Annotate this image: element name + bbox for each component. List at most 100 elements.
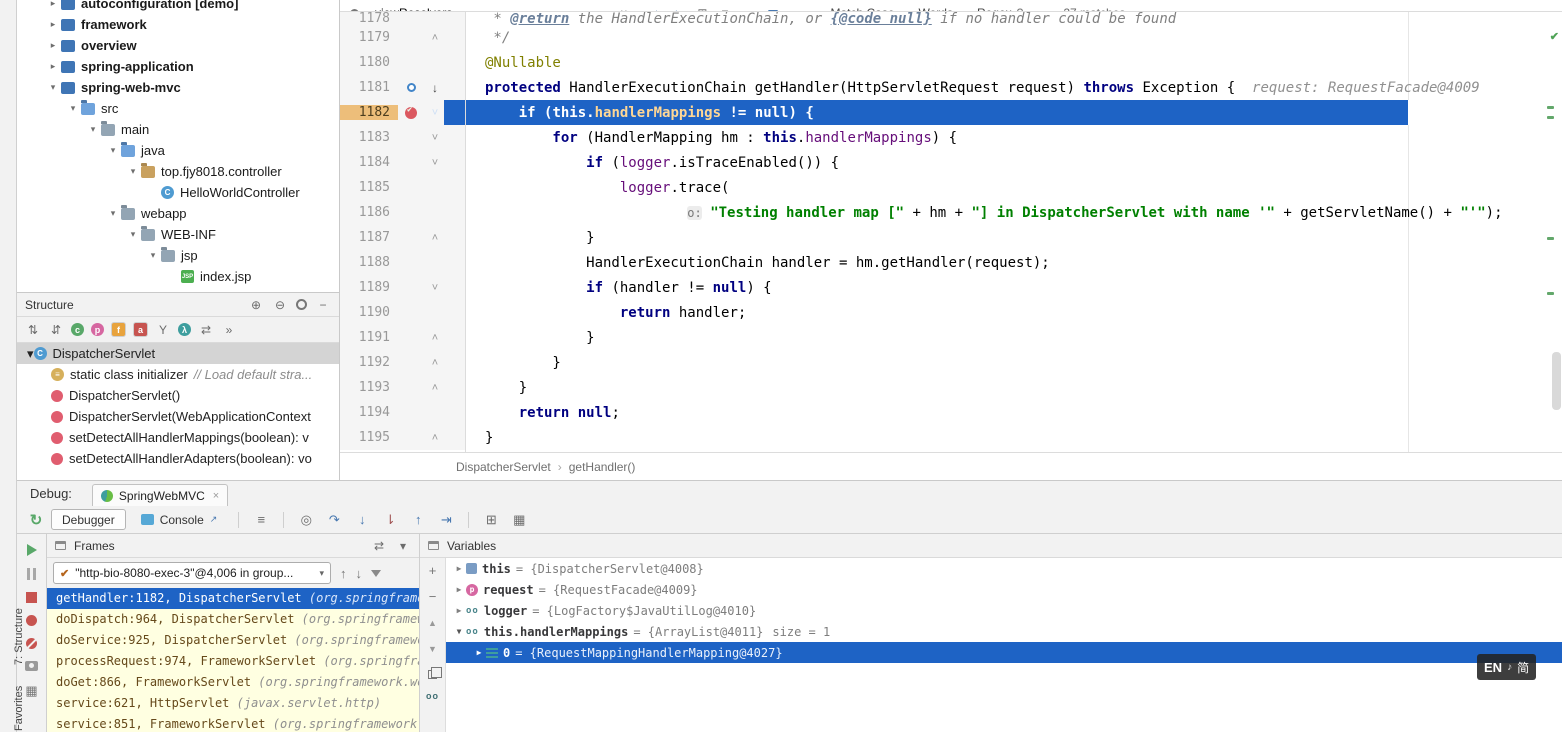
fold-marker-icon[interactable]: ˅ (424, 282, 446, 294)
chevron-down-icon[interactable] (145, 250, 161, 261)
words-toggle[interactable]: Words (919, 6, 953, 12)
thread-dropdown[interactable]: ✔ "http-bio-8080-exec-3"@4,006 in group.… (53, 562, 331, 584)
collapse-all-icon[interactable]: ⊖ (272, 298, 288, 312)
tree-item-src[interactable]: src (17, 98, 339, 119)
autoscroll-icon[interactable]: ⇄ (198, 323, 214, 337)
mute-breakpoints-icon[interactable] (26, 638, 37, 649)
code-text[interactable]: protected HandlerExecutionChain getHandl… (446, 80, 1562, 96)
tree-item-java[interactable]: java (17, 140, 339, 161)
fold-marker-icon[interactable]: ˄ (424, 32, 446, 44)
tree-item-web-inf[interactable]: WEB-INF (17, 224, 339, 245)
code-text[interactable]: * @return the HandlerExecutionChain, or … (446, 12, 1562, 25)
frame-list[interactable]: getHandler:1182, DispatcherServlet (org.… (47, 588, 419, 732)
chevron-right-icon[interactable] (45, 61, 61, 72)
project-tree[interactable]: autoconfiguration [demo] framework overv… (17, 0, 339, 292)
chevron-down-icon[interactable] (105, 208, 121, 219)
tree-item-overview[interactable]: overview (17, 35, 339, 56)
sort-by-visibility-icon[interactable]: ⇵ (48, 323, 64, 337)
chevron-right-icon[interactable] (472, 648, 486, 657)
code-text[interactable]: } (446, 230, 1562, 246)
search-input[interactable]: viewResolvers (375, 6, 452, 12)
structure-item-dispatcherservlet[interactable]: CDispatcherServlet (17, 343, 339, 364)
pause-program-icon[interactable] (27, 568, 36, 580)
match-case-toggle[interactable]: Match Case (830, 6, 894, 12)
run-to-cursor-icon[interactable]: ⇥ (434, 512, 458, 528)
line-number[interactable]: 1192 (340, 355, 398, 370)
line-number[interactable]: 1179 (340, 30, 398, 45)
chevron-down-icon[interactable] (125, 229, 141, 240)
chevron-right-icon[interactable] (452, 606, 466, 615)
fold-marker-icon[interactable]: ˅ (424, 107, 446, 119)
line-number[interactable]: 1182 (340, 105, 398, 120)
tree-item-framework[interactable]: framework (17, 14, 339, 35)
line-number[interactable]: 1183 (340, 130, 398, 145)
line-number[interactable]: 1180 (340, 55, 398, 70)
show-inherited-icon[interactable]: Y (155, 323, 171, 337)
more-options-icon[interactable]: » (221, 323, 237, 337)
find-options-icon[interactable]: ≡ (721, 6, 728, 12)
thread-dump-icon[interactable] (25, 661, 38, 671)
resume-program-icon[interactable] (27, 544, 37, 556)
change-marker[interactable] (1547, 106, 1554, 109)
stack-frame[interactable]: service:851, FrameworkServlet (org.sprin… (47, 714, 419, 732)
code-text[interactable]: HandlerExecutionChain handler = hm.getHa… (446, 255, 1562, 271)
expand-all-icon[interactable]: ⊕ (248, 298, 264, 312)
tree-item-jsp-folder[interactable]: jsp (17, 245, 339, 266)
code-text[interactable]: logger.trace( (446, 180, 1562, 196)
show-fields-toggle[interactable]: f (111, 322, 126, 337)
tree-item-helloworldcontroller[interactable]: CHelloWorldController (17, 182, 339, 203)
frames-options-icon[interactable]: ⇄ (371, 539, 387, 553)
code-text[interactable]: if (this.handlerMappings != null) { (446, 105, 1562, 121)
tree-item-spring-web-mvc[interactable]: spring-web-mvc (17, 77, 339, 98)
debugger-settings-icon[interactable]: ▦ (507, 512, 531, 528)
code-text[interactable]: if (logger.isTraceEnabled()) { (446, 155, 1562, 171)
variable-row-request[interactable]: prequest= {RequestFacade@4009} (446, 579, 1562, 600)
search-history-icon[interactable]: ▾ (363, 9, 367, 13)
line-number[interactable]: 1188 (340, 255, 398, 270)
code-text[interactable]: return handler; (446, 305, 1562, 321)
step-into-icon[interactable]: ↓ (350, 512, 374, 527)
structure-item-setdetectallhandleradapters[interactable]: setDetectAllHandlerAdapters(boolean): vo (17, 448, 339, 469)
show-anonymous-toggle[interactable]: a (133, 322, 148, 337)
close-tab-icon[interactable]: × (213, 490, 219, 502)
toolwindow-tab-structure[interactable]: 7: Structure (13, 608, 25, 665)
stack-frame[interactable]: service:621, HttpServlet (javax.servlet.… (47, 693, 419, 714)
restore-layout-icon[interactable]: ▦ (25, 683, 37, 699)
code-text[interactable]: } (446, 330, 1562, 346)
structure-item-constructor[interactable]: DispatcherServlet() (17, 385, 339, 406)
tab-debugger[interactable]: Debugger (51, 509, 126, 530)
fold-marker-icon[interactable]: ˄ (424, 232, 446, 244)
show-watches-icon[interactable]: oo (426, 691, 439, 701)
tree-item-autoconfiguration[interactable]: autoconfiguration [demo] (17, 0, 339, 14)
hide-panel-icon[interactable]: − (315, 298, 331, 312)
line-number[interactable]: 1186 (340, 205, 398, 220)
code-editor[interactable]: 1178 * @return the HandlerExecutionChain… (340, 12, 1562, 452)
regex-toggle[interactable]: Regex (977, 6, 1012, 12)
chevron-down-icon[interactable] (45, 82, 61, 93)
line-number[interactable]: 1193 (340, 380, 398, 395)
line-number[interactable]: 1191 (340, 330, 398, 345)
view-breakpoints-icon[interactable] (26, 615, 37, 626)
line-number[interactable]: 1187 (340, 230, 398, 245)
line-number[interactable]: 1184 (340, 155, 398, 170)
chevron-down-icon[interactable] (27, 346, 34, 362)
chevron-right-icon[interactable] (45, 0, 61, 9)
inspections-status-icon[interactable]: ✔ (1550, 30, 1559, 43)
variable-row-element-0[interactable]: 0= {RequestMappingHandlerMapping@4027} (446, 642, 1562, 663)
variables-tree[interactable]: this= {DispatcherServlet@4008} prequest=… (446, 558, 1562, 732)
line-number[interactable]: 1195 (340, 430, 398, 445)
line-number[interactable]: 1189 (340, 280, 398, 295)
fold-marker-icon[interactable]: ˄ (424, 432, 446, 444)
remove-watch-icon[interactable]: − (429, 590, 437, 604)
chevron-down-icon[interactable] (65, 103, 81, 114)
tree-item-spring-application[interactable]: spring-application (17, 56, 339, 77)
variable-row-this[interactable]: this= {DispatcherServlet@4008} (446, 558, 1562, 579)
fold-marker-icon[interactable]: ˅ (424, 157, 446, 169)
stack-frame[interactable]: processRequest:974, FrameworkServlet (or… (47, 651, 419, 672)
stack-frame[interactable]: doGet:866, FrameworkServlet (org.springf… (47, 672, 419, 693)
code-text[interactable]: */ (446, 30, 1562, 46)
duplicate-watch-icon[interactable] (428, 670, 437, 679)
stop-icon[interactable] (26, 592, 37, 603)
stack-frame[interactable]: doService:925, DispatcherServlet (org.sp… (47, 630, 419, 651)
scroll-up-icon[interactable]: ▲ (428, 616, 437, 630)
